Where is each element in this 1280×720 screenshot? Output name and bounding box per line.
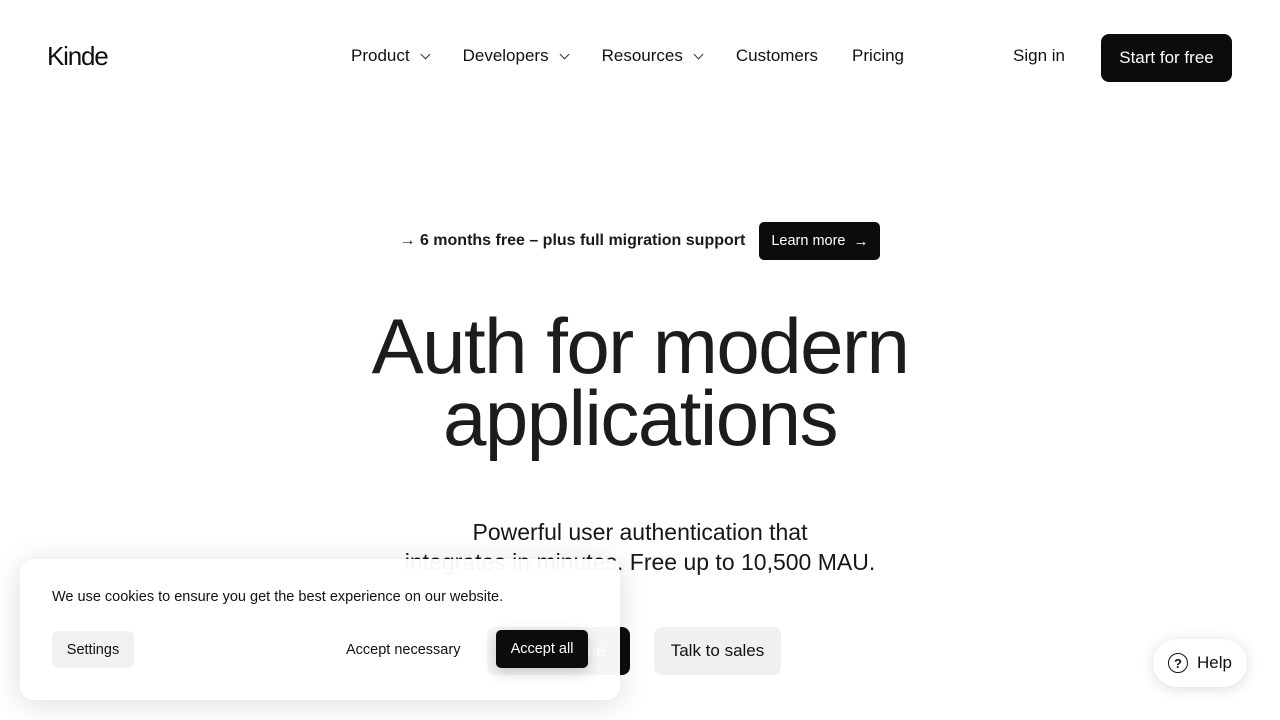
start-for-free-button[interactable]: Start for free xyxy=(1101,34,1232,82)
help-question-icon: ? xyxy=(1168,653,1189,673)
chevron-down-icon xyxy=(559,49,570,59)
nav-pricing[interactable]: Pricing xyxy=(852,44,904,68)
learn-more-label: Learn more xyxy=(771,233,846,249)
top-nav: Kinde Product Developers Resources Custo… xyxy=(0,0,1280,112)
hero-subtitle-line1: Powerful user authentication that xyxy=(472,519,808,545)
nav-product[interactable]: Product xyxy=(351,44,431,68)
chevron-down-icon xyxy=(693,49,704,59)
nav-product-label: Product xyxy=(351,46,410,65)
cookie-banner: We use cookies to ensure you get the bes… xyxy=(20,559,620,700)
hero-title-line2: applications xyxy=(443,374,838,462)
accept-necessary-button[interactable]: Accept necessary xyxy=(346,631,460,668)
help-label: Help xyxy=(1197,653,1232,672)
nav-customers[interactable]: Customers xyxy=(736,44,818,68)
chevron-down-icon xyxy=(420,49,431,59)
hero-title: Auth for modern applications xyxy=(0,307,1280,457)
nav-resources-label: Resources xyxy=(601,46,683,65)
cookie-message: We use cookies to ensure you get the bes… xyxy=(52,589,504,605)
promo-banner: → 6 months free – plus full migration su… xyxy=(0,222,1280,260)
cookie-settings-button[interactable]: Settings xyxy=(52,631,134,668)
help-button[interactable]: ? Help xyxy=(1153,639,1247,687)
nav-resources[interactable]: Resources xyxy=(601,44,704,68)
nav-customers-label: Customers xyxy=(735,46,819,65)
arrow-right-icon: → xyxy=(853,232,869,250)
kinde-logo[interactable]: Kinde xyxy=(47,41,109,71)
talk-to-sales-button[interactable]: Talk to sales xyxy=(654,627,781,675)
promo-text: → 6 months free – plus full migration su… xyxy=(399,232,746,249)
nav-developers[interactable]: Developers xyxy=(462,44,570,68)
accept-all-button[interactable]: Accept all xyxy=(496,630,588,668)
nav-pricing-label: Pricing xyxy=(852,46,905,65)
learn-more-button[interactable]: Learn more → xyxy=(759,222,881,260)
nav-developers-label: Developers xyxy=(462,46,549,65)
sign-in-link[interactable]: Sign in xyxy=(1013,44,1065,68)
nav-links: Product Developers Resources Customers P… xyxy=(351,44,938,68)
